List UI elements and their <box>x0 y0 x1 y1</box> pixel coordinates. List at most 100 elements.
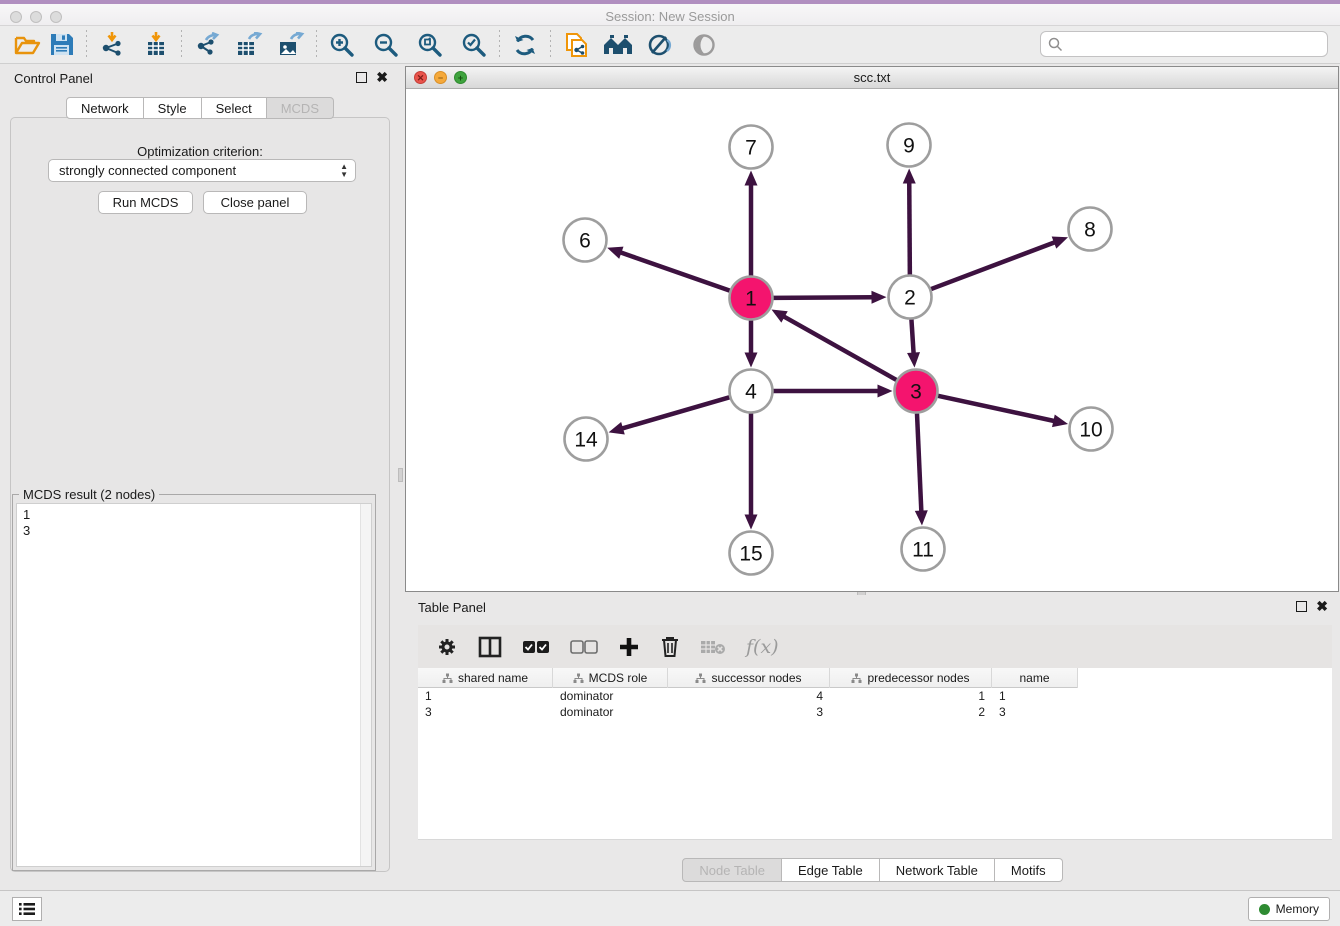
table-cell[interactable]: 3 <box>418 704 553 720</box>
column-header-label: MCDS role <box>589 671 648 685</box>
table-cell[interactable]: 4 <box>668 688 830 704</box>
splitter-grip[interactable] <box>398 468 403 482</box>
table-cell[interactable]: dominator <box>553 704 668 720</box>
clear-selection-icon[interactable] <box>570 633 598 661</box>
export-table-glyph <box>235 32 263 58</box>
column-header-label: successor nodes <box>711 671 801 685</box>
column-header-label: shared name <box>458 671 528 685</box>
column-header-successor-nodes[interactable]: successor nodes <box>668 668 830 688</box>
save-session-icon[interactable] <box>44 29 78 61</box>
column-header-predecessor-nodes[interactable]: predecessor nodes <box>830 668 992 688</box>
control-panel-title: Control Panel <box>14 71 93 86</box>
graph-edge-3-11[interactable] <box>917 413 921 512</box>
graph-edge-3-1[interactable] <box>783 316 897 380</box>
network-graph[interactable]: 7968124314101511 <box>406 89 1338 591</box>
table-cell[interactable]: 1 <box>418 688 553 704</box>
table-cell[interactable]: dominator <box>553 688 668 704</box>
import-table-icon[interactable] <box>139 29 173 61</box>
tab-network[interactable]: Network <box>66 97 144 119</box>
mcds-result-group: MCDS result (2 nodes) 13 <box>12 494 376 871</box>
add-column-icon[interactable] <box>618 633 640 661</box>
criterion-select[interactable]: strongly connected component ▲▼ <box>48 159 356 182</box>
tab-mcds[interactable]: MCDS <box>267 97 334 119</box>
graph-node-label: 6 <box>579 230 591 253</box>
table-cell[interactable]: 2 <box>830 704 992 720</box>
column-header-name[interactable]: name <box>992 668 1078 688</box>
tab-node-table[interactable]: Node Table <box>682 858 782 882</box>
graph-edge-2-8[interactable] <box>931 242 1056 289</box>
close-table-panel-icon[interactable]: ✖ <box>1316 601 1328 612</box>
clone-network-icon[interactable] <box>559 29 593 61</box>
memory-button[interactable]: Memory <box>1248 897 1330 921</box>
control-panel-tabs: NetworkStyleSelectMCDS <box>4 97 396 119</box>
graph-edge-1-6[interactable] <box>619 252 729 291</box>
node-table[interactable]: shared name MCDS role successor nodes prede… <box>418 668 1332 840</box>
table-header-row: shared name MCDS role successor nodes prede… <box>418 668 1078 688</box>
mcds-result-text[interactable]: 13 <box>16 503 372 867</box>
network-canvas[interactable]: 7968124314101511 <box>406 89 1338 591</box>
graph-edge-3-10[interactable] <box>938 396 1055 421</box>
refresh-layout-icon[interactable] <box>508 29 542 61</box>
graph-edge-2-3[interactable] <box>911 319 913 354</box>
run-mcds-button[interactable]: Run MCDS <box>98 191 193 214</box>
open-file-icon[interactable] <box>10 29 44 61</box>
table-panel: Table Panel ✖ <box>405 595 1340 890</box>
tab-network-table[interactable]: Network Table <box>880 858 995 882</box>
tab-motifs[interactable]: Motifs <box>995 858 1063 882</box>
graph-node-label: 14 <box>574 429 598 452</box>
cyndex-home-icon[interactable] <box>601 29 635 61</box>
table-row[interactable]: 3dominator323 <box>418 704 1332 720</box>
show-column-panel-icon[interactable] <box>478 633 502 661</box>
zoom-out-icon[interactable] <box>369 29 403 61</box>
close-panel-button[interactable]: Close panel <box>203 191 307 214</box>
zoom-in-glyph <box>329 32 355 58</box>
graph-edge-4-14[interactable] <box>621 397 729 429</box>
zoom-fit-icon[interactable] <box>413 29 447 61</box>
tab-edge-table[interactable]: Edge Table <box>782 858 880 882</box>
table-cell[interactable]: 1 <box>992 688 1078 704</box>
zoom-selected-icon[interactable] <box>457 29 491 61</box>
mcds-result-line: 1 <box>23 507 371 523</box>
network-window-title: scc.txt <box>406 70 1338 85</box>
toggle-view-icon[interactable] <box>687 29 721 61</box>
column-header-shared-name[interactable]: shared name <box>418 668 553 688</box>
table-settings-icon[interactable] <box>436 633 458 661</box>
graphics-details-icon[interactable] <box>643 29 677 61</box>
scrollbar-track[interactable] <box>360 504 371 866</box>
search-input[interactable] <box>1063 34 1327 54</box>
clone-network-glyph <box>563 31 590 59</box>
delete-table-glyph <box>700 638 726 656</box>
graph-edge-arrowhead <box>1052 237 1068 249</box>
export-image-icon[interactable] <box>274 29 308 61</box>
select-all-icon[interactable] <box>522 633 550 661</box>
delete-column-icon[interactable] <box>660 633 680 661</box>
float-table-panel-icon[interactable] <box>1296 601 1307 612</box>
table-tabs: Node TableEdge TableNetwork TableMotifs <box>405 858 1340 882</box>
unchecked-boxes-glyph <box>570 640 598 654</box>
zoom-out-glyph <box>373 32 399 58</box>
tab-select[interactable]: Select <box>202 97 267 119</box>
export-network-icon[interactable] <box>190 29 224 61</box>
column-header-label: predecessor nodes <box>867 671 969 685</box>
search-field[interactable] <box>1040 31 1328 57</box>
table-cell[interactable]: 3 <box>668 704 830 720</box>
network-window-titlebar[interactable]: ✕ − + scc.txt <box>406 67 1338 89</box>
table-cell[interactable]: 3 <box>992 704 1078 720</box>
import-network-icon[interactable] <box>95 29 129 61</box>
table-row[interactable]: 1dominator411 <box>418 688 1332 704</box>
export-table-icon[interactable] <box>232 29 266 61</box>
show-panels-button[interactable] <box>12 897 42 921</box>
close-panel-icon[interactable]: ✖ <box>376 72 388 83</box>
tab-style[interactable]: Style <box>144 97 202 119</box>
memory-label: Memory <box>1276 902 1319 916</box>
graph-edge-2-9[interactable] <box>909 181 910 274</box>
column-header-MCDS-role[interactable]: MCDS role <box>553 668 668 688</box>
table-cell[interactable]: 1 <box>830 688 992 704</box>
zoom-in-icon[interactable] <box>325 29 359 61</box>
graph-edge-1-2[interactable] <box>773 297 873 298</box>
delete-table-icon <box>700 633 726 661</box>
graph-edge-arrowhead <box>609 422 625 434</box>
column-type-icon <box>442 673 453 684</box>
float-panel-icon[interactable] <box>356 72 367 83</box>
vertical-splitter[interactable] <box>396 66 405 890</box>
